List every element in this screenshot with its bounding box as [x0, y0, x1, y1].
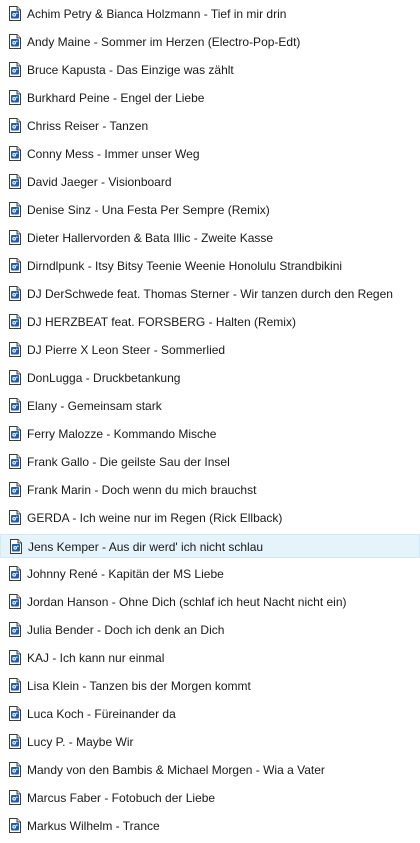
- list-item[interactable]: Frank Gallo - Die geilste Sau der Insel: [0, 450, 420, 474]
- file-name: Julia Bender - Doch ich denk an Dich: [27, 623, 225, 637]
- audio-file-icon: [9, 398, 21, 413]
- file-name: Ferry Malozze - Kommando Mische: [27, 427, 217, 441]
- list-item[interactable]: Dirndlpunk - Itsy Bitsy Teenie Weenie Ho…: [0, 254, 420, 278]
- list-item[interactable]: Mandy von den Bambis & Michael Morgen - …: [0, 758, 420, 782]
- file-name: DJ DerSchwede feat. Thomas Sterner - Wir…: [27, 287, 393, 301]
- list-item[interactable]: Burkhard Peine - Engel der Liebe: [0, 86, 420, 110]
- list-item[interactable]: Jordan Hanson - Ohne Dich (schlaf ich he…: [0, 590, 420, 614]
- audio-file-icon: [9, 202, 21, 217]
- list-item[interactable]: GERDA - Ich weine nur im Regen (Rick Ell…: [0, 506, 420, 530]
- audio-file-icon: [9, 622, 21, 637]
- file-name: Denise Sinz - Una Festa Per Sempre (Remi…: [27, 203, 270, 217]
- audio-file-icon: [9, 314, 21, 329]
- list-item[interactable]: Dieter Hallervorden & Bata Illic - Zweit…: [0, 226, 420, 250]
- audio-file-icon: [9, 62, 21, 77]
- file-name: Jens Kemper - Aus dir werd' ich nicht sc…: [28, 540, 264, 554]
- file-name: Andy Maine - Sommer im Herzen (Electro-P…: [27, 35, 301, 49]
- file-name: Chriss Reiser - Tanzen: [27, 119, 149, 133]
- file-list: Achim Petry & Bianca Holzmann - Tief in …: [0, 0, 420, 843]
- audio-file-icon: [9, 90, 21, 105]
- audio-file-icon: [9, 6, 21, 21]
- list-item[interactable]: Elany - Gemeinsam stark: [0, 394, 420, 418]
- file-name: Elany - Gemeinsam stark: [27, 399, 162, 413]
- audio-file-icon: [9, 34, 21, 49]
- file-name: Jordan Hanson - Ohne Dich (schlaf ich he…: [27, 595, 347, 609]
- list-item[interactable]: Jens Kemper - Aus dir werd' ich nicht sc…: [0, 534, 420, 558]
- file-name: Bruce Kapusta - Das Einzige was zählt: [27, 63, 234, 77]
- list-item[interactable]: Marcus Faber - Fotobuch der Liebe: [0, 786, 420, 810]
- list-item[interactable]: Andy Maine - Sommer im Herzen (Electro-P…: [0, 30, 420, 54]
- list-item[interactable]: Lucy P. - Maybe Wir: [0, 730, 420, 754]
- file-name: Burkhard Peine - Engel der Liebe: [27, 91, 205, 105]
- audio-file-icon: [9, 342, 21, 357]
- list-item[interactable]: KAJ - Ich kann nur einmal: [0, 646, 420, 670]
- audio-file-icon: [9, 510, 21, 525]
- file-name: Conny Mess - Immer unser Weg: [27, 147, 200, 161]
- audio-file-icon: [9, 594, 21, 609]
- file-name: Johnny René - Kapitän der MS Liebe: [27, 567, 224, 581]
- file-name: Markus Wilhelm - Trance: [27, 819, 160, 833]
- audio-file-icon: [9, 678, 21, 693]
- audio-file-icon: [9, 146, 21, 161]
- file-name: Marcus Faber - Fotobuch der Liebe: [27, 791, 216, 805]
- list-item[interactable]: DonLugga - Druckbetankung: [0, 366, 420, 390]
- list-item[interactable]: DJ HERZBEAT feat. FORSBERG - Halten (Rem…: [0, 310, 420, 334]
- file-name: Lucy P. - Maybe Wir: [27, 735, 134, 749]
- list-item[interactable]: David Jaeger - Visionboard: [0, 170, 420, 194]
- file-name: Mandy von den Bambis & Michael Morgen - …: [27, 763, 325, 777]
- file-name: KAJ - Ich kann nur einmal: [27, 651, 165, 665]
- list-item[interactable]: Luca Koch - Füreinander da: [0, 702, 420, 726]
- audio-file-icon: [9, 734, 21, 749]
- file-name: David Jaeger - Visionboard: [27, 175, 172, 189]
- list-item[interactable]: Achim Petry & Bianca Holzmann - Tief in …: [0, 2, 420, 26]
- file-name: Dirndlpunk - Itsy Bitsy Teenie Weenie Ho…: [27, 259, 343, 273]
- audio-file-icon: [9, 370, 21, 385]
- list-item[interactable]: Julia Bender - Doch ich denk an Dich: [0, 618, 420, 642]
- list-item[interactable]: DJ Pierre X Leon Steer - Sommerlied: [0, 338, 420, 362]
- audio-file-icon: [9, 454, 21, 469]
- file-name: GERDA - Ich weine nur im Regen (Rick Ell…: [27, 511, 283, 525]
- audio-file-icon: [9, 790, 21, 805]
- audio-file-icon: [9, 566, 21, 581]
- file-name: DJ HERZBEAT feat. FORSBERG - Halten (Rem…: [27, 315, 296, 329]
- audio-file-icon: [9, 706, 21, 721]
- file-name: Achim Petry & Bianca Holzmann - Tief in …: [27, 7, 287, 21]
- audio-file-icon: [9, 818, 21, 833]
- file-name: Frank Gallo - Die geilste Sau der Insel: [27, 455, 230, 469]
- file-name: Lisa Klein - Tanzen bis der Morgen kommt: [27, 679, 251, 693]
- list-item[interactable]: Markus Wilhelm - Trance: [0, 814, 420, 838]
- file-name: Frank Marin - Doch wenn du mich brauchst: [27, 483, 257, 497]
- list-item[interactable]: Chriss Reiser - Tanzen: [0, 114, 420, 138]
- audio-file-icon: [9, 482, 21, 497]
- list-item[interactable]: Lisa Klein - Tanzen bis der Morgen kommt: [0, 674, 420, 698]
- list-item[interactable]: Ferry Malozze - Kommando Mische: [0, 422, 420, 446]
- audio-file-icon: [9, 426, 21, 441]
- audio-file-icon: [9, 118, 21, 133]
- file-name: DJ Pierre X Leon Steer - Sommerlied: [27, 343, 226, 357]
- audio-file-icon: [9, 230, 21, 245]
- audio-file-icon: [9, 174, 21, 189]
- list-item[interactable]: Bruce Kapusta - Das Einzige was zählt: [0, 58, 420, 82]
- audio-file-icon: [9, 762, 21, 777]
- audio-file-icon: [10, 539, 22, 554]
- file-name: Luca Koch - Füreinander da: [27, 707, 176, 721]
- list-item[interactable]: Denise Sinz - Una Festa Per Sempre (Remi…: [0, 198, 420, 222]
- list-item[interactable]: Conny Mess - Immer unser Weg: [0, 142, 420, 166]
- list-item[interactable]: Johnny René - Kapitän der MS Liebe: [0, 562, 420, 586]
- audio-file-icon: [9, 258, 21, 273]
- list-item[interactable]: DJ DerSchwede feat. Thomas Sterner - Wir…: [0, 282, 420, 306]
- file-name: DonLugga - Druckbetankung: [27, 371, 181, 385]
- audio-file-icon: [9, 286, 21, 301]
- file-name: Dieter Hallervorden & Bata Illic - Zweit…: [27, 231, 274, 245]
- list-item[interactable]: Frank Marin - Doch wenn du mich brauchst: [0, 478, 420, 502]
- audio-file-icon: [9, 650, 21, 665]
